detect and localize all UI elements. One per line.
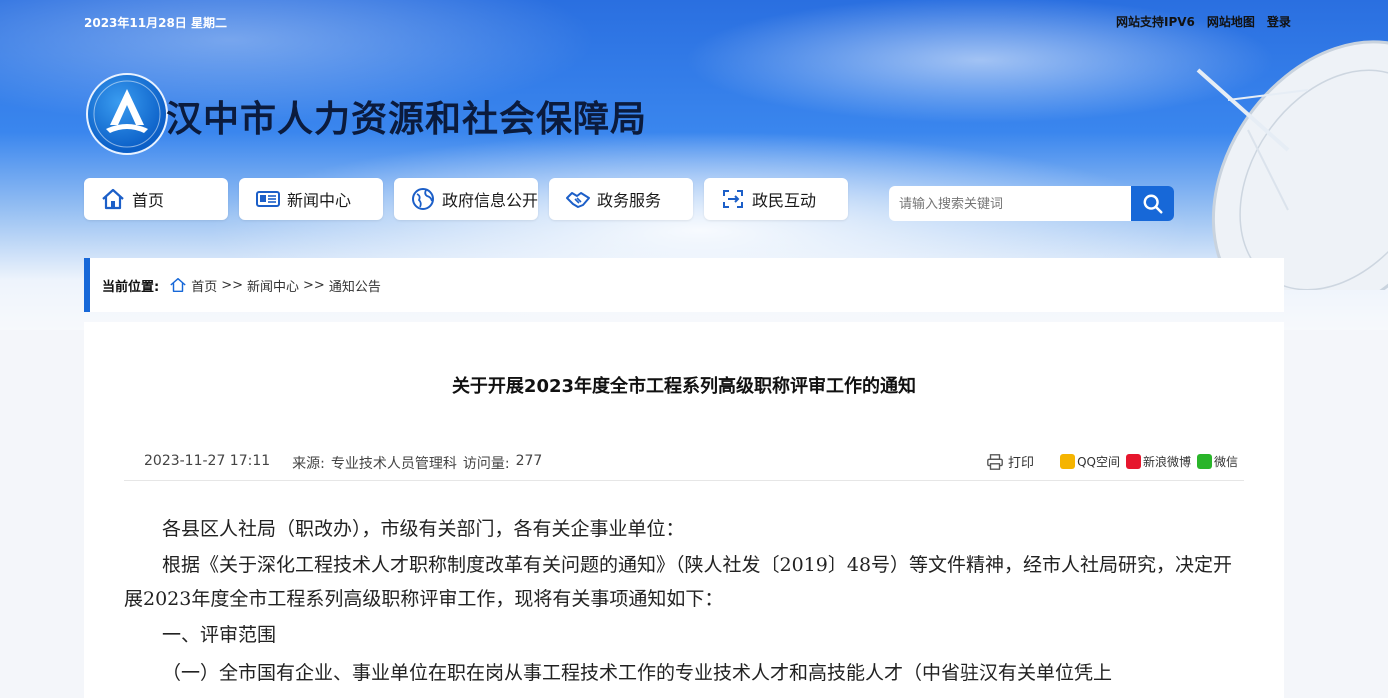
nav-news[interactable]: 新闻中心 bbox=[239, 178, 383, 220]
article-date: 2023-11-27 17:11 bbox=[144, 453, 271, 469]
login-link[interactable]: 登录 bbox=[1267, 13, 1291, 30]
article-meta: 2023-11-27 17:11 来源: 专业技术人员管理科 访问量: 277 bbox=[144, 453, 542, 473]
article-panel: 关于开展2023年度全市工程系列高级职称评审工作的通知 2023-11-27 1… bbox=[84, 322, 1284, 698]
article-title: 关于开展2023年度全市工程系列高级职称评审工作的通知 bbox=[451, 376, 917, 397]
printer-icon bbox=[987, 453, 1003, 470]
breadcrumb-separator: >> bbox=[221, 277, 244, 293]
breadcrumb-label: 当前位置: bbox=[102, 279, 160, 295]
breadcrumb-home[interactable]: 首页 bbox=[191, 276, 217, 295]
paragraph: （一）全市国有企业、事业单位在职在岗从事工程技术工作的专业技术人才和高技能人才（… bbox=[162, 662, 1113, 684]
print-label: 打印 bbox=[1008, 456, 1035, 471]
site-title[interactable]: 汉中市人力资源和社会保障局 bbox=[166, 90, 647, 142]
share-label: 新浪微博 bbox=[1142, 455, 1191, 469]
share-bar: 打印 QQ空间 新浪微博 微信 bbox=[986, 452, 1238, 471]
share-label: 微信 bbox=[1213, 455, 1238, 469]
search-input[interactable] bbox=[889, 186, 1131, 221]
breadcrumb-notices[interactable]: 通知公告 bbox=[329, 276, 381, 295]
search-bar bbox=[889, 186, 1174, 221]
article-source: 专业技术人员管理科 bbox=[330, 456, 457, 472]
home-icon bbox=[170, 277, 186, 293]
share-wechat[interactable]: 微信 bbox=[1196, 453, 1238, 470]
share-label: QQ空间 bbox=[1077, 455, 1120, 469]
nav-home[interactable]: 首页 bbox=[84, 178, 228, 220]
nav-label: 新闻中心 bbox=[287, 191, 352, 210]
nav-label: 政府信息公开 bbox=[442, 191, 539, 210]
nav-gov-info[interactable]: 政府信息公开 bbox=[394, 178, 538, 220]
paragraph: 根据《关于深化工程技术人才职称制度改革有关问题的通知》（陕人社发〔2019〕48… bbox=[124, 554, 1233, 610]
paragraph: 一、评审范围 bbox=[162, 624, 277, 646]
nav-label: 政务服务 bbox=[597, 191, 662, 210]
top-links: 网站支持IPV6 网站地图 登录 bbox=[1116, 13, 1291, 30]
paragraph: 各县区人社局（职改办），市级有关部门，各有关企事业单位： bbox=[162, 518, 685, 540]
nav-label: 首页 bbox=[132, 191, 165, 210]
share-qzone[interactable]: QQ空间 bbox=[1060, 453, 1120, 470]
satellite-dish-image bbox=[1196, 40, 1388, 290]
logo-emblem-icon bbox=[93, 80, 161, 148]
qzone-icon bbox=[1060, 454, 1076, 469]
site-logo[interactable] bbox=[86, 73, 168, 155]
current-date: 2023年11月28日 星期二 bbox=[84, 16, 227, 30]
search-icon bbox=[1143, 194, 1163, 214]
breadcrumb: 当前位置: 首页 >> 新闻中心 >> 通知公告 bbox=[84, 258, 1284, 312]
interaction-icon bbox=[723, 190, 743, 208]
view-count: 277 bbox=[515, 453, 543, 469]
ipv6-link[interactable]: 网站支持IPV6 bbox=[1116, 13, 1195, 30]
article-body: 各县区人社局（职改办），市级有关部门，各有关企事业单位： 根据《关于深化工程技术… bbox=[124, 510, 1244, 692]
globe-icon bbox=[412, 188, 434, 210]
weibo-icon bbox=[1125, 454, 1141, 469]
handshake-icon bbox=[566, 192, 590, 208]
breadcrumb-news[interactable]: 新闻中心 bbox=[247, 276, 299, 295]
nav-interaction[interactable]: 政民互动 bbox=[704, 178, 848, 220]
news-icon bbox=[256, 191, 280, 207]
source-label: 来源: bbox=[292, 456, 325, 472]
share-weibo[interactable]: 新浪微博 bbox=[1125, 453, 1191, 470]
breadcrumb-separator: >> bbox=[303, 277, 325, 293]
nav-label: 政民互动 bbox=[752, 191, 817, 210]
views-label: 访问量: bbox=[462, 456, 510, 472]
search-button[interactable] bbox=[1131, 186, 1174, 221]
main-nav: 首页 新闻中心 政府信息公开 政务服务 政民互动 bbox=[84, 178, 848, 220]
divider bbox=[124, 480, 1244, 481]
print-button[interactable]: 打印 bbox=[986, 452, 1034, 471]
home-icon bbox=[102, 188, 124, 210]
sitemap-link[interactable]: 网站地图 bbox=[1207, 13, 1255, 30]
nav-services[interactable]: 政务服务 bbox=[549, 178, 693, 220]
wechat-icon bbox=[1196, 454, 1212, 469]
